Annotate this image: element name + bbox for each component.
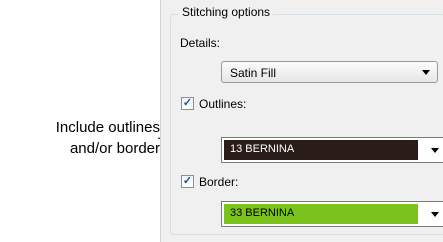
chevron-down-icon — [431, 148, 439, 153]
group-title: Stitching options — [179, 5, 274, 19]
details-dropdown-value: Satin Fill — [230, 66, 277, 80]
callout-annotation: Include outlines and/or border — [36, 117, 160, 159]
details-label: Details: — [180, 36, 221, 50]
outlines-label: Outlines: — [199, 97, 247, 111]
outlines-color-name: 13 BERNINA — [230, 143, 295, 155]
callout-line-2: and/or border — [69, 140, 160, 157]
outlines-color-dropdown[interactable]: 13 BERNINA — [221, 137, 443, 163]
chevron-down-icon — [422, 70, 430, 75]
callout-line-1: Include outlines — [55, 119, 160, 136]
stitching-options-panel: Stitching options Details: Satin Fill ✓ … — [160, 0, 443, 242]
outlines-checkbox[interactable]: ✓ — [181, 97, 194, 110]
border-checkbox[interactable]: ✓ — [181, 175, 194, 188]
chevron-down-icon — [431, 212, 439, 217]
border-label: Border: — [199, 175, 239, 189]
details-dropdown[interactable]: Satin Fill — [221, 61, 438, 83]
outlines-color-swatch: 13 BERNINA — [224, 140, 418, 160]
border-color-dropdown[interactable]: 33 BERNINA — [221, 201, 443, 227]
border-color-swatch: 33 BERNINA — [224, 204, 418, 224]
border-color-name: 33 BERNINA — [230, 207, 295, 219]
